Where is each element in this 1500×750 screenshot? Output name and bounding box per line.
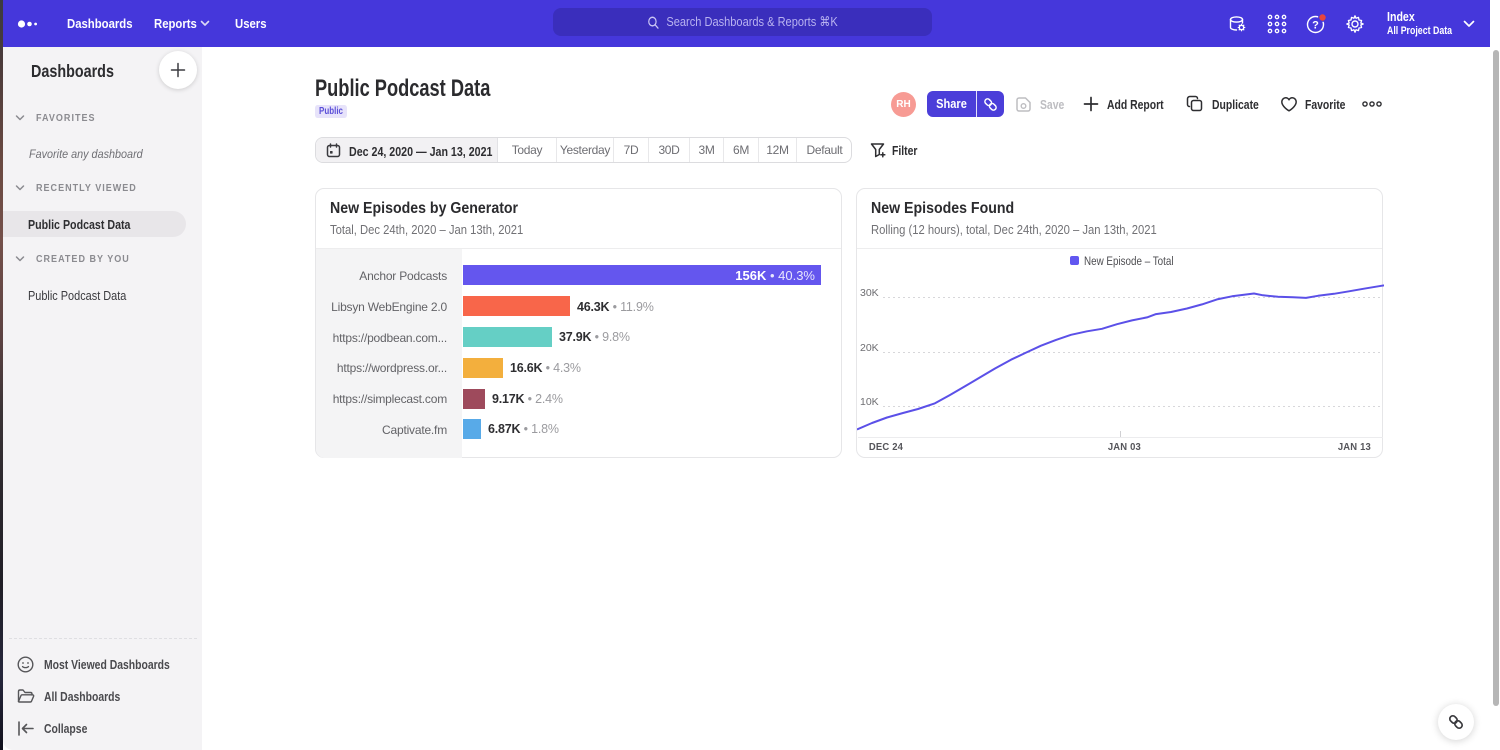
svg-text:?: ? xyxy=(1312,20,1319,32)
